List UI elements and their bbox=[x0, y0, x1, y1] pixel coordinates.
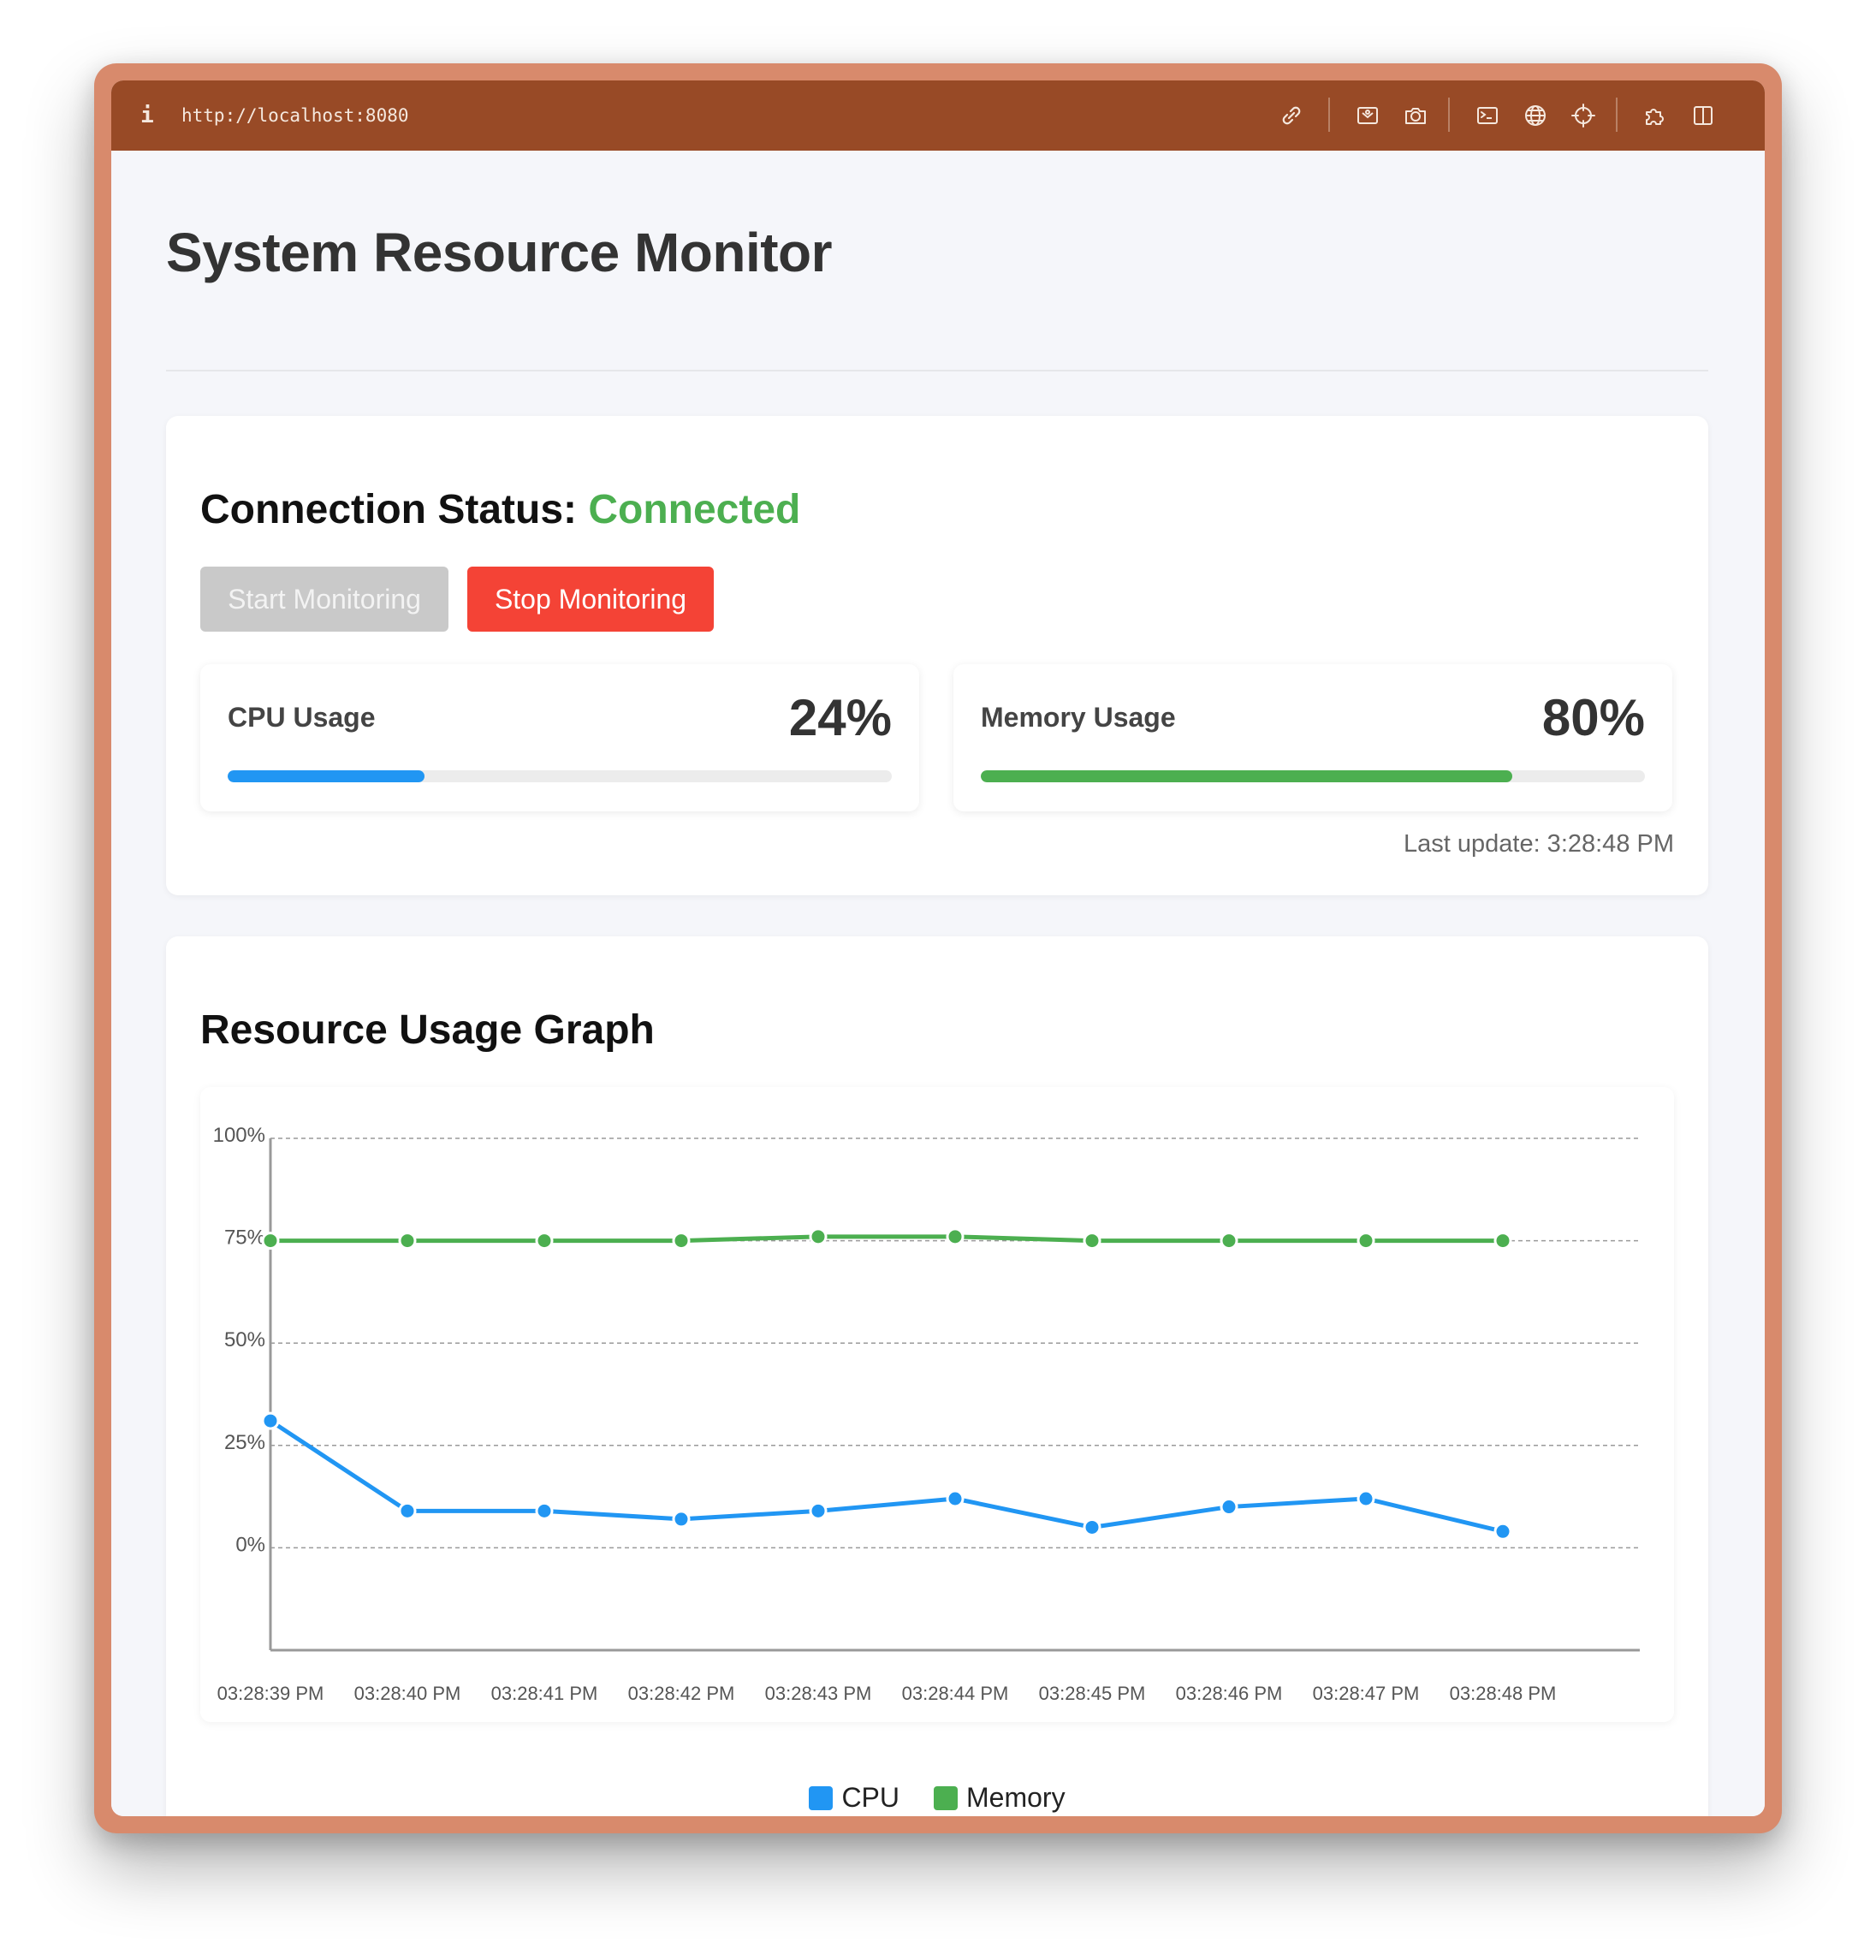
cpu-data-point bbox=[398, 1501, 417, 1520]
connection-status-heading: Connection Status: Connected bbox=[200, 486, 800, 533]
x-tick-label: 03:28:42 PM bbox=[628, 1683, 735, 1704]
chart-svg: 100% 75% 50% 25% 0% 03:28:39 PM 03:28:40 PM 03:… bbox=[213, 1124, 1640, 1704]
crosshair-icon[interactable] bbox=[1567, 99, 1600, 132]
chart-legend: CPU Memory bbox=[166, 1782, 1708, 1814]
link-icon[interactable] bbox=[1275, 99, 1308, 132]
x-tick-label: 03:28:46 PM bbox=[1176, 1683, 1283, 1704]
status-card: Connection Status: Connected Start Monit… bbox=[166, 416, 1708, 895]
cpu-progress-fill bbox=[228, 770, 424, 782]
cpu-data-point bbox=[1083, 1518, 1101, 1536]
memory-data-point bbox=[672, 1232, 691, 1250]
x-tick-label: 03:28:48 PM bbox=[1450, 1683, 1557, 1704]
memory-data-point bbox=[1357, 1232, 1375, 1250]
graph-heading: Resource Usage Graph bbox=[200, 1007, 655, 1053]
title-divider bbox=[166, 370, 1708, 371]
browser-frame: i http://localhost:8080 System Resource … bbox=[94, 63, 1782, 1833]
cpu-data-point bbox=[809, 1501, 828, 1520]
toolbar-separator bbox=[1328, 98, 1330, 132]
legend-item-memory[interactable]: Memory bbox=[934, 1782, 1066, 1814]
x-tick-label: 03:28:41 PM bbox=[491, 1683, 598, 1704]
page-title: System Resource Monitor bbox=[166, 222, 833, 283]
y-tick-label: 0% bbox=[235, 1533, 265, 1556]
image-icon[interactable] bbox=[1351, 99, 1384, 132]
memory-data-point bbox=[1220, 1232, 1238, 1250]
x-tick-label: 03:28:45 PM bbox=[1039, 1683, 1146, 1704]
cpu-usage-card: CPU Usage 24% bbox=[200, 664, 919, 811]
legend-swatch-cpu bbox=[809, 1785, 834, 1810]
resource-usage-chart: 100% 75% 50% 25% 0% 03:28:39 PM 03:28:40 PM 03:… bbox=[200, 1087, 1674, 1722]
memory-data-point bbox=[946, 1227, 965, 1246]
start-monitoring-button[interactable]: Start Monitoring bbox=[200, 567, 448, 632]
last-update-text: Last update: 3:28:48 PM bbox=[1404, 830, 1674, 858]
x-tick-label: 03:28:39 PM bbox=[217, 1683, 324, 1704]
info-icon[interactable]: i bbox=[139, 101, 156, 130]
page-content: System Resource Monitor Connection Statu… bbox=[111, 151, 1765, 1816]
stop-monitoring-button[interactable]: Stop Monitoring bbox=[467, 567, 714, 632]
camera-icon[interactable] bbox=[1399, 99, 1432, 132]
cpu-data-point bbox=[1357, 1489, 1375, 1508]
cpu-series-line bbox=[269, 1419, 1504, 1534]
cpu-data-point bbox=[535, 1501, 554, 1520]
memory-usage-label: Memory Usage bbox=[981, 702, 1176, 733]
sidebar-icon[interactable] bbox=[1687, 99, 1719, 132]
toolbar-separator bbox=[1448, 98, 1450, 132]
memory-data-point bbox=[1083, 1232, 1101, 1250]
legend-label-cpu: CPU bbox=[841, 1782, 899, 1813]
x-tick-label: 03:28:40 PM bbox=[354, 1683, 461, 1704]
memory-data-point bbox=[535, 1232, 554, 1250]
memory-data-point bbox=[809, 1227, 828, 1246]
globe-icon[interactable] bbox=[1519, 99, 1552, 132]
cpu-progress-track bbox=[228, 770, 892, 782]
y-tick-label: 25% bbox=[224, 1431, 265, 1454]
cpu-data-point bbox=[1220, 1498, 1238, 1517]
memory-data-point bbox=[261, 1232, 280, 1250]
legend-label-memory: Memory bbox=[966, 1782, 1066, 1813]
x-tick-label: 03:28:43 PM bbox=[765, 1683, 872, 1704]
memory-data-point bbox=[398, 1232, 417, 1250]
connection-status-value: Connected bbox=[588, 487, 801, 532]
y-tick-label: 50% bbox=[224, 1328, 265, 1351]
cpu-data-point bbox=[1493, 1522, 1512, 1541]
browser-toolbar: i http://localhost:8080 bbox=[111, 80, 1765, 151]
browser-window: i http://localhost:8080 System Resource … bbox=[111, 80, 1765, 1816]
legend-swatch-memory bbox=[934, 1785, 958, 1810]
cpu-usage-value: 24% bbox=[788, 689, 892, 746]
x-tick-label: 03:28:44 PM bbox=[902, 1683, 1009, 1704]
x-tick-label: 03:28:47 PM bbox=[1313, 1683, 1420, 1704]
memory-progress-track bbox=[981, 770, 1645, 782]
terminal-icon[interactable] bbox=[1471, 99, 1504, 132]
cpu-data-point bbox=[672, 1510, 691, 1529]
cpu-data-point bbox=[946, 1489, 965, 1508]
memory-data-point bbox=[1493, 1232, 1512, 1250]
memory-usage-value: 80% bbox=[1541, 689, 1645, 746]
puzzle-icon[interactable] bbox=[1639, 99, 1671, 132]
cpu-usage-label: CPU Usage bbox=[228, 702, 376, 733]
memory-progress-fill bbox=[981, 770, 1512, 782]
legend-item-cpu[interactable]: CPU bbox=[809, 1782, 899, 1814]
memory-usage-card: Memory Usage 80% bbox=[953, 664, 1672, 811]
connection-status-label: Connection Status: bbox=[200, 487, 589, 532]
y-tick-label: 75% bbox=[224, 1226, 265, 1250]
y-tick-label: 100% bbox=[213, 1124, 265, 1147]
cpu-data-point bbox=[261, 1411, 280, 1430]
address-bar[interactable]: http://localhost:8080 bbox=[181, 101, 409, 130]
toolbar-separator bbox=[1616, 98, 1618, 132]
graph-card: Resource Usage Graph 100% 75% 50% 25% 0% 03:2… bbox=[166, 936, 1708, 1816]
